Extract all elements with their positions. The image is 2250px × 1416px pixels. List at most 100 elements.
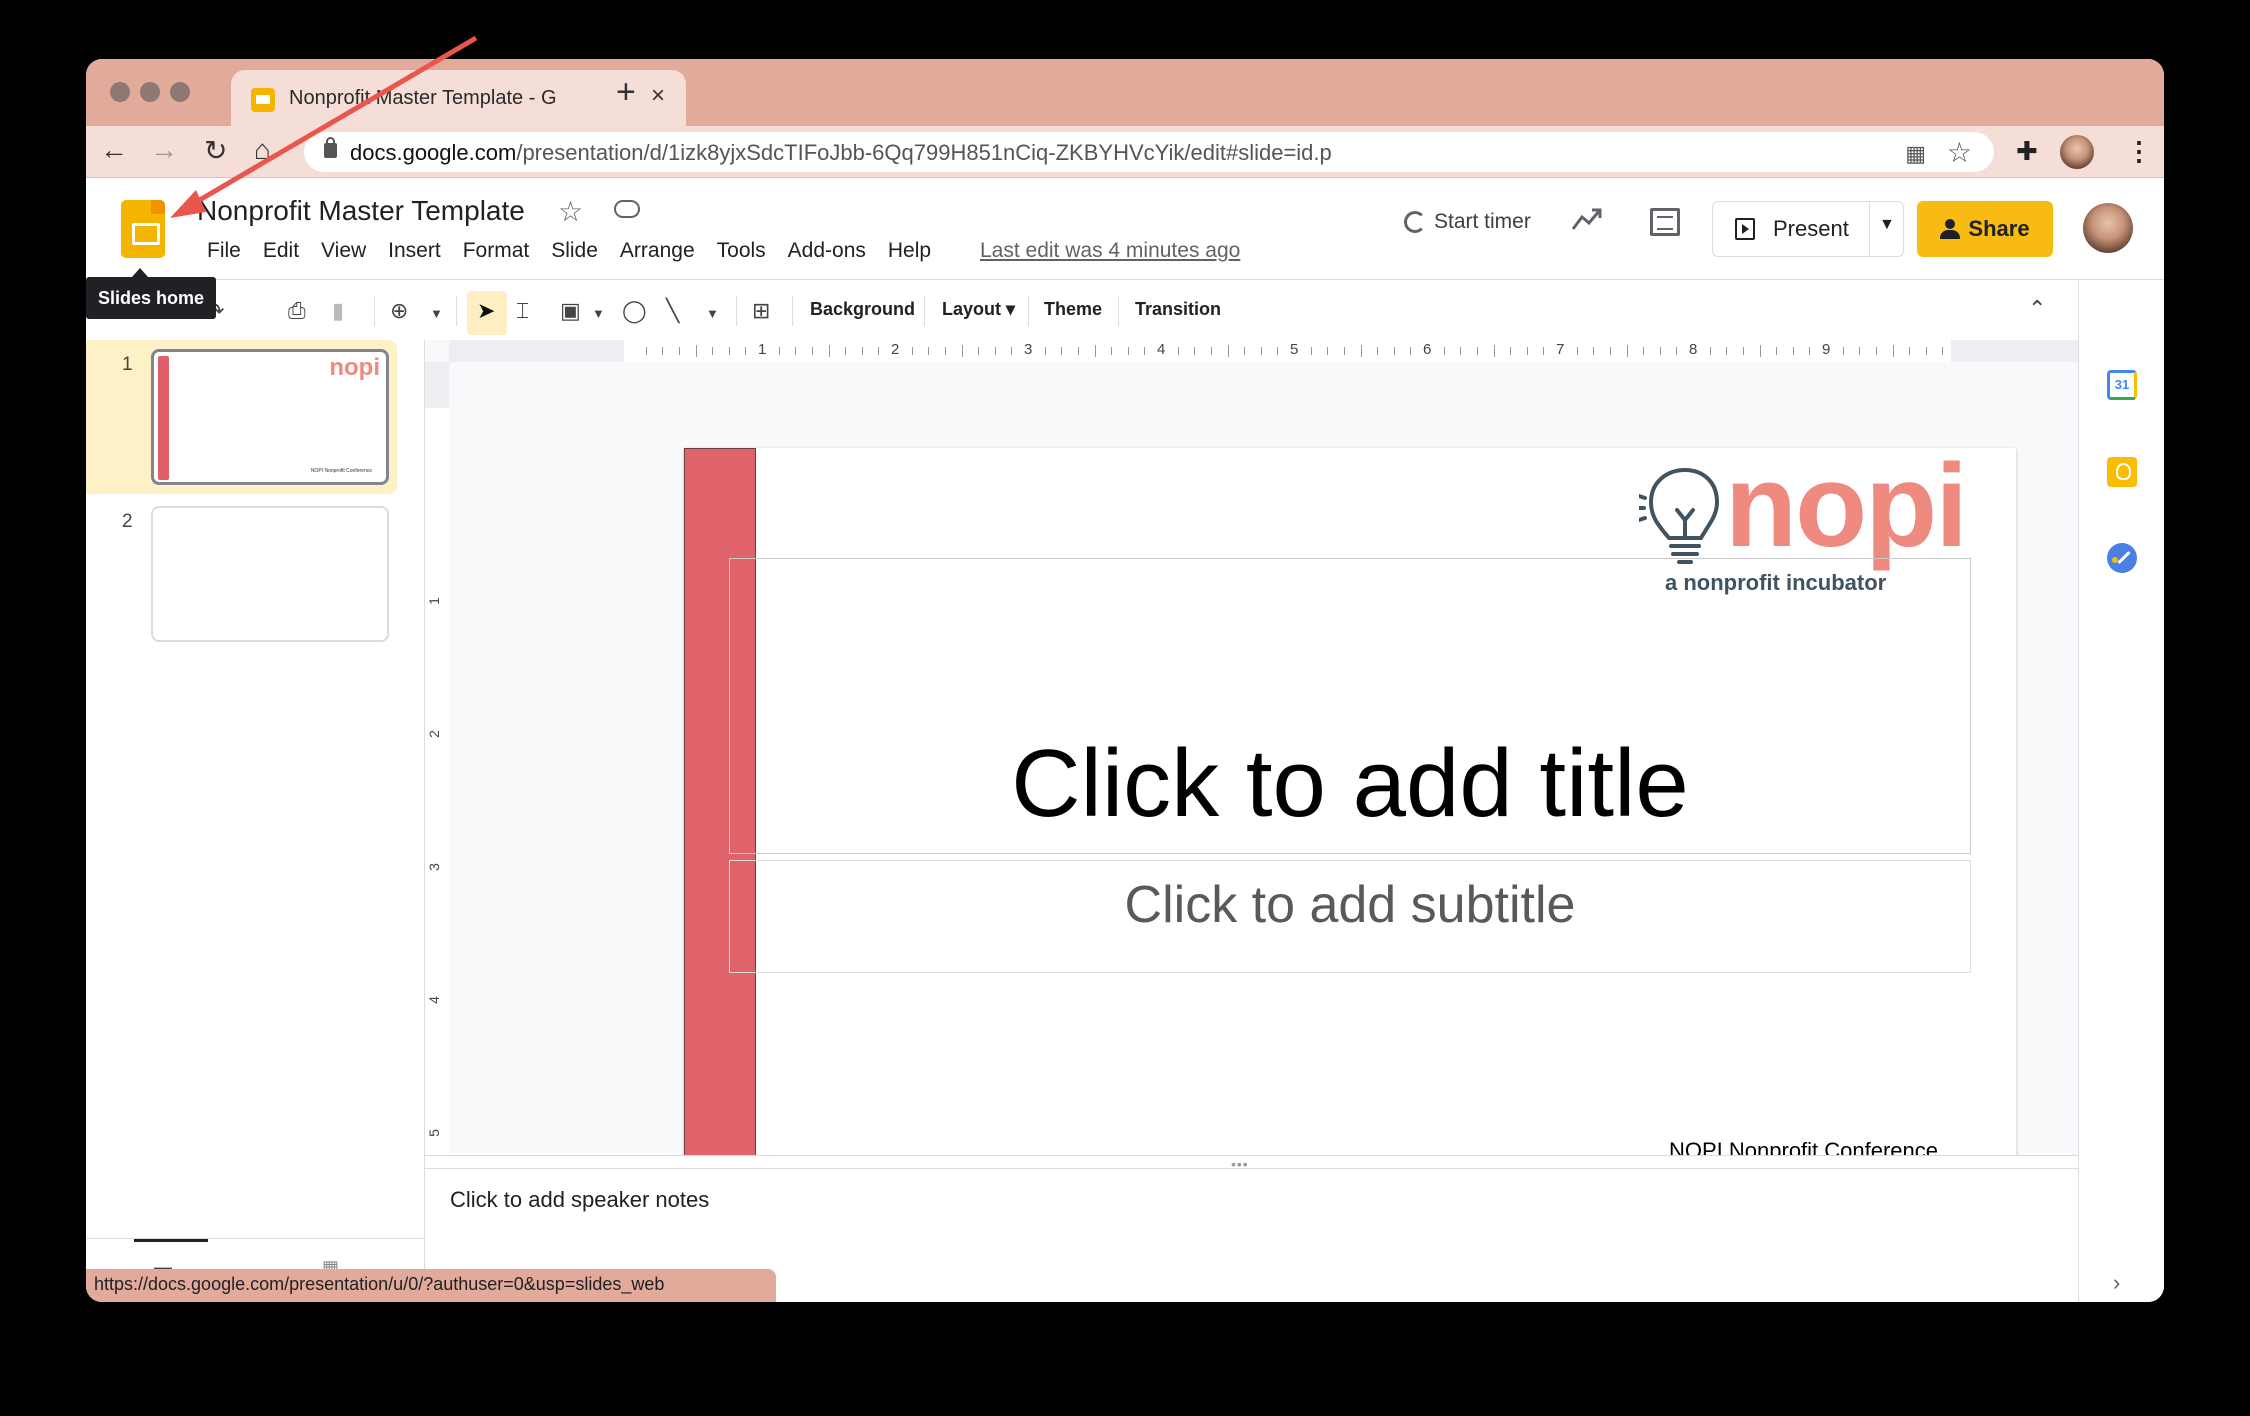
- ruler-tick: [1510, 347, 1512, 355]
- expand-side-panel-chevron-icon[interactable]: ›: [2113, 1270, 2120, 1296]
- account-avatar[interactable]: [2083, 203, 2133, 253]
- minimize-window-button[interactable]: [140, 82, 160, 102]
- slide-thumbnail-1[interactable]: nopi NOPI Nonprofit Conference: [151, 349, 389, 485]
- slides-home-logo-icon[interactable]: [121, 200, 165, 258]
- activity-trend-icon[interactable]: [1570, 204, 1604, 234]
- menu-slide[interactable]: Slide: [540, 239, 609, 263]
- menu-file[interactable]: File: [196, 239, 252, 263]
- document-title[interactable]: Nonprofit Master Template: [197, 195, 525, 227]
- ruler-tick: [1260, 347, 1262, 355]
- cursor-icon: ➤: [477, 298, 496, 323]
- present-button[interactable]: Present ▼: [1712, 201, 1904, 257]
- menu-edit[interactable]: Edit: [252, 239, 310, 263]
- ruler-tick: [1476, 347, 1478, 355]
- ruler-label: 1: [758, 341, 767, 358]
- slide-thumbnail-2[interactable]: [151, 506, 389, 642]
- ruler-tick: [678, 347, 680, 355]
- maximize-window-button[interactable]: [170, 82, 190, 102]
- ruler-tick: [1726, 347, 1728, 355]
- image-icon[interactable]: ▣: [560, 298, 581, 324]
- ruler-tick: [1526, 347, 1528, 355]
- title-placeholder[interactable]: Click to add title: [729, 558, 1971, 854]
- present-label: Present: [1773, 216, 1849, 241]
- ruler-tick: [662, 347, 664, 355]
- forward-icon[interactable]: →: [150, 134, 178, 166]
- keep-icon[interactable]: [2107, 457, 2137, 487]
- toolbar-divider: [374, 296, 375, 326]
- share-button[interactable]: Share: [1917, 201, 2053, 257]
- ruler-label: 8: [1689, 341, 1698, 358]
- present-options-dropdown[interactable]: ▼: [1879, 216, 1895, 234]
- ruler-tick: [911, 347, 913, 355]
- menu-tools[interactable]: Tools: [706, 239, 777, 263]
- ruler-tick: [1643, 347, 1645, 355]
- menu-arrange[interactable]: Arrange: [609, 239, 706, 263]
- line-icon[interactable]: ╲: [666, 298, 679, 324]
- docs-header: Nonprofit Master Template ☆ File Edit Vi…: [86, 178, 2164, 280]
- new-tab-button[interactable]: +: [616, 73, 636, 112]
- home-icon[interactable]: ⌂: [254, 134, 271, 166]
- menu-insert[interactable]: Insert: [377, 239, 452, 263]
- menu-add-ons[interactable]: Add-ons: [777, 239, 877, 263]
- ruler-tick: [861, 347, 863, 355]
- ruler-tick: [1659, 347, 1661, 355]
- print-icon[interactable]: ⎙: [288, 298, 306, 324]
- ruler-tick: [1909, 347, 1911, 355]
- zoom-icon[interactable]: ⊕: [390, 298, 408, 324]
- start-timer-button[interactable]: Start timer: [1404, 210, 1531, 234]
- subtitle-placeholder[interactable]: Click to add subtitle: [729, 860, 1971, 973]
- speaker-notes-placeholder[interactable]: Click to add speaker notes: [450, 1187, 709, 1213]
- horizontal-ruler[interactable]: 1 2 3 4 5 6 7 8 9: [449, 340, 2164, 362]
- slide-number: 2: [122, 511, 133, 532]
- shape-icon[interactable]: ◯: [622, 298, 647, 324]
- notes-resize-handle[interactable]: •••: [425, 1155, 2164, 1172]
- paint-format-icon[interactable]: ▮: [332, 298, 344, 324]
- toolbar-divider: [792, 296, 793, 326]
- menu-view[interactable]: View: [310, 239, 377, 263]
- toolbar-divider: [456, 296, 457, 326]
- menu-help[interactable]: Help: [877, 239, 942, 263]
- vertical-ruler[interactable]: 1 2 3 4 5: [425, 362, 449, 1157]
- bookmark-star-icon[interactable]: ☆: [1947, 136, 1972, 169]
- layout-button[interactable]: Layout ▾: [942, 299, 1015, 320]
- comments-icon[interactable]: [1650, 208, 1680, 236]
- close-tab-icon[interactable]: ×: [651, 82, 665, 110]
- close-window-button[interactable]: [110, 82, 130, 102]
- ruler-tick: [1892, 345, 1894, 357]
- url-input[interactable]: docs.google.com/presentation/d/1izk8yjxS…: [304, 132, 1994, 172]
- line-dropdown-icon[interactable]: ▼: [706, 306, 719, 321]
- qr-code-icon[interactable]: ▦: [1905, 141, 1926, 167]
- timer-icon: [1404, 211, 1426, 233]
- extensions-puzzle-icon[interactable]: ✚: [2016, 136, 2038, 167]
- ruler-tick: [845, 347, 847, 355]
- back-icon[interactable]: ←: [100, 134, 128, 166]
- theme-button[interactable]: Theme: [1044, 299, 1102, 320]
- transition-button[interactable]: Transition: [1135, 299, 1221, 320]
- slides-home-tooltip: Slides home: [86, 268, 216, 319]
- image-dropdown-icon[interactable]: ▼: [592, 306, 605, 321]
- background-button[interactable]: Background: [810, 299, 915, 320]
- add-comment-icon[interactable]: ⊞: [752, 298, 770, 324]
- ruler-tick: [1377, 347, 1379, 355]
- cloud-saved-icon[interactable]: [614, 200, 640, 218]
- menu-format[interactable]: Format: [452, 239, 541, 263]
- zoom-dropdown-icon[interactable]: ▼: [430, 306, 443, 321]
- ruler-tick: [1111, 347, 1113, 355]
- text-box-icon[interactable]: ⌶: [516, 298, 529, 324]
- slide[interactable]: nopi a nonprofit incubator Click to add …: [684, 440, 2016, 1198]
- calendar-icon[interactable]: 31: [2107, 370, 2137, 400]
- ruler-tick: [928, 347, 930, 355]
- reload-icon[interactable]: ↻: [204, 134, 227, 167]
- present-divider: [1869, 202, 1870, 256]
- ruler-tick: [1393, 347, 1395, 355]
- lock-icon: [324, 137, 337, 158]
- browser-profile-avatar[interactable]: [2060, 135, 2094, 169]
- tasks-icon[interactable]: [2107, 543, 2137, 573]
- last-edit-link[interactable]: Last edit was 4 minutes ago: [980, 239, 1240, 263]
- browser-window: Nonprofit Master Template - G × + ← → ↻ …: [86, 59, 2164, 1302]
- ruler-tick: [1310, 347, 1312, 355]
- star-icon[interactable]: ☆: [558, 195, 583, 228]
- start-timer-label: Start timer: [1434, 210, 1531, 233]
- browser-menu-icon[interactable]: ⋮: [2126, 136, 2152, 167]
- hide-menus-chevron-up-icon[interactable]: ⌃: [2028, 296, 2046, 322]
